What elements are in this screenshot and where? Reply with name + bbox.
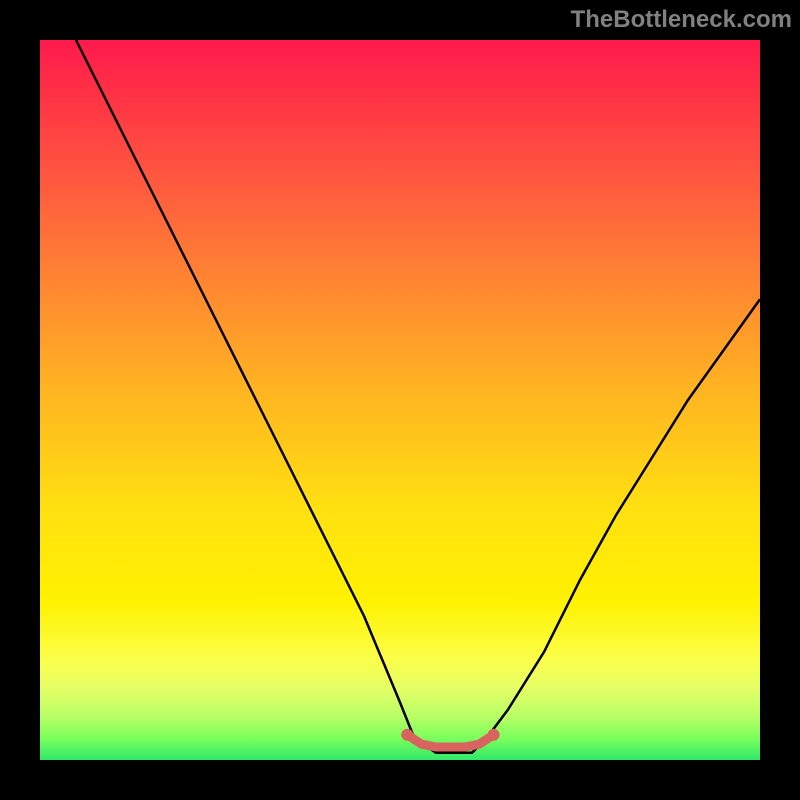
marker-dot-right [488,729,500,741]
chart-svg [40,40,760,760]
marker-dot-left [401,729,413,741]
chart-container: TheBottleneck.com [0,0,800,800]
optimal-zone-marker [407,735,493,747]
watermark-text: TheBottleneck.com [571,6,792,34]
bottleneck-curve [76,40,760,753]
plot-area [40,40,760,760]
